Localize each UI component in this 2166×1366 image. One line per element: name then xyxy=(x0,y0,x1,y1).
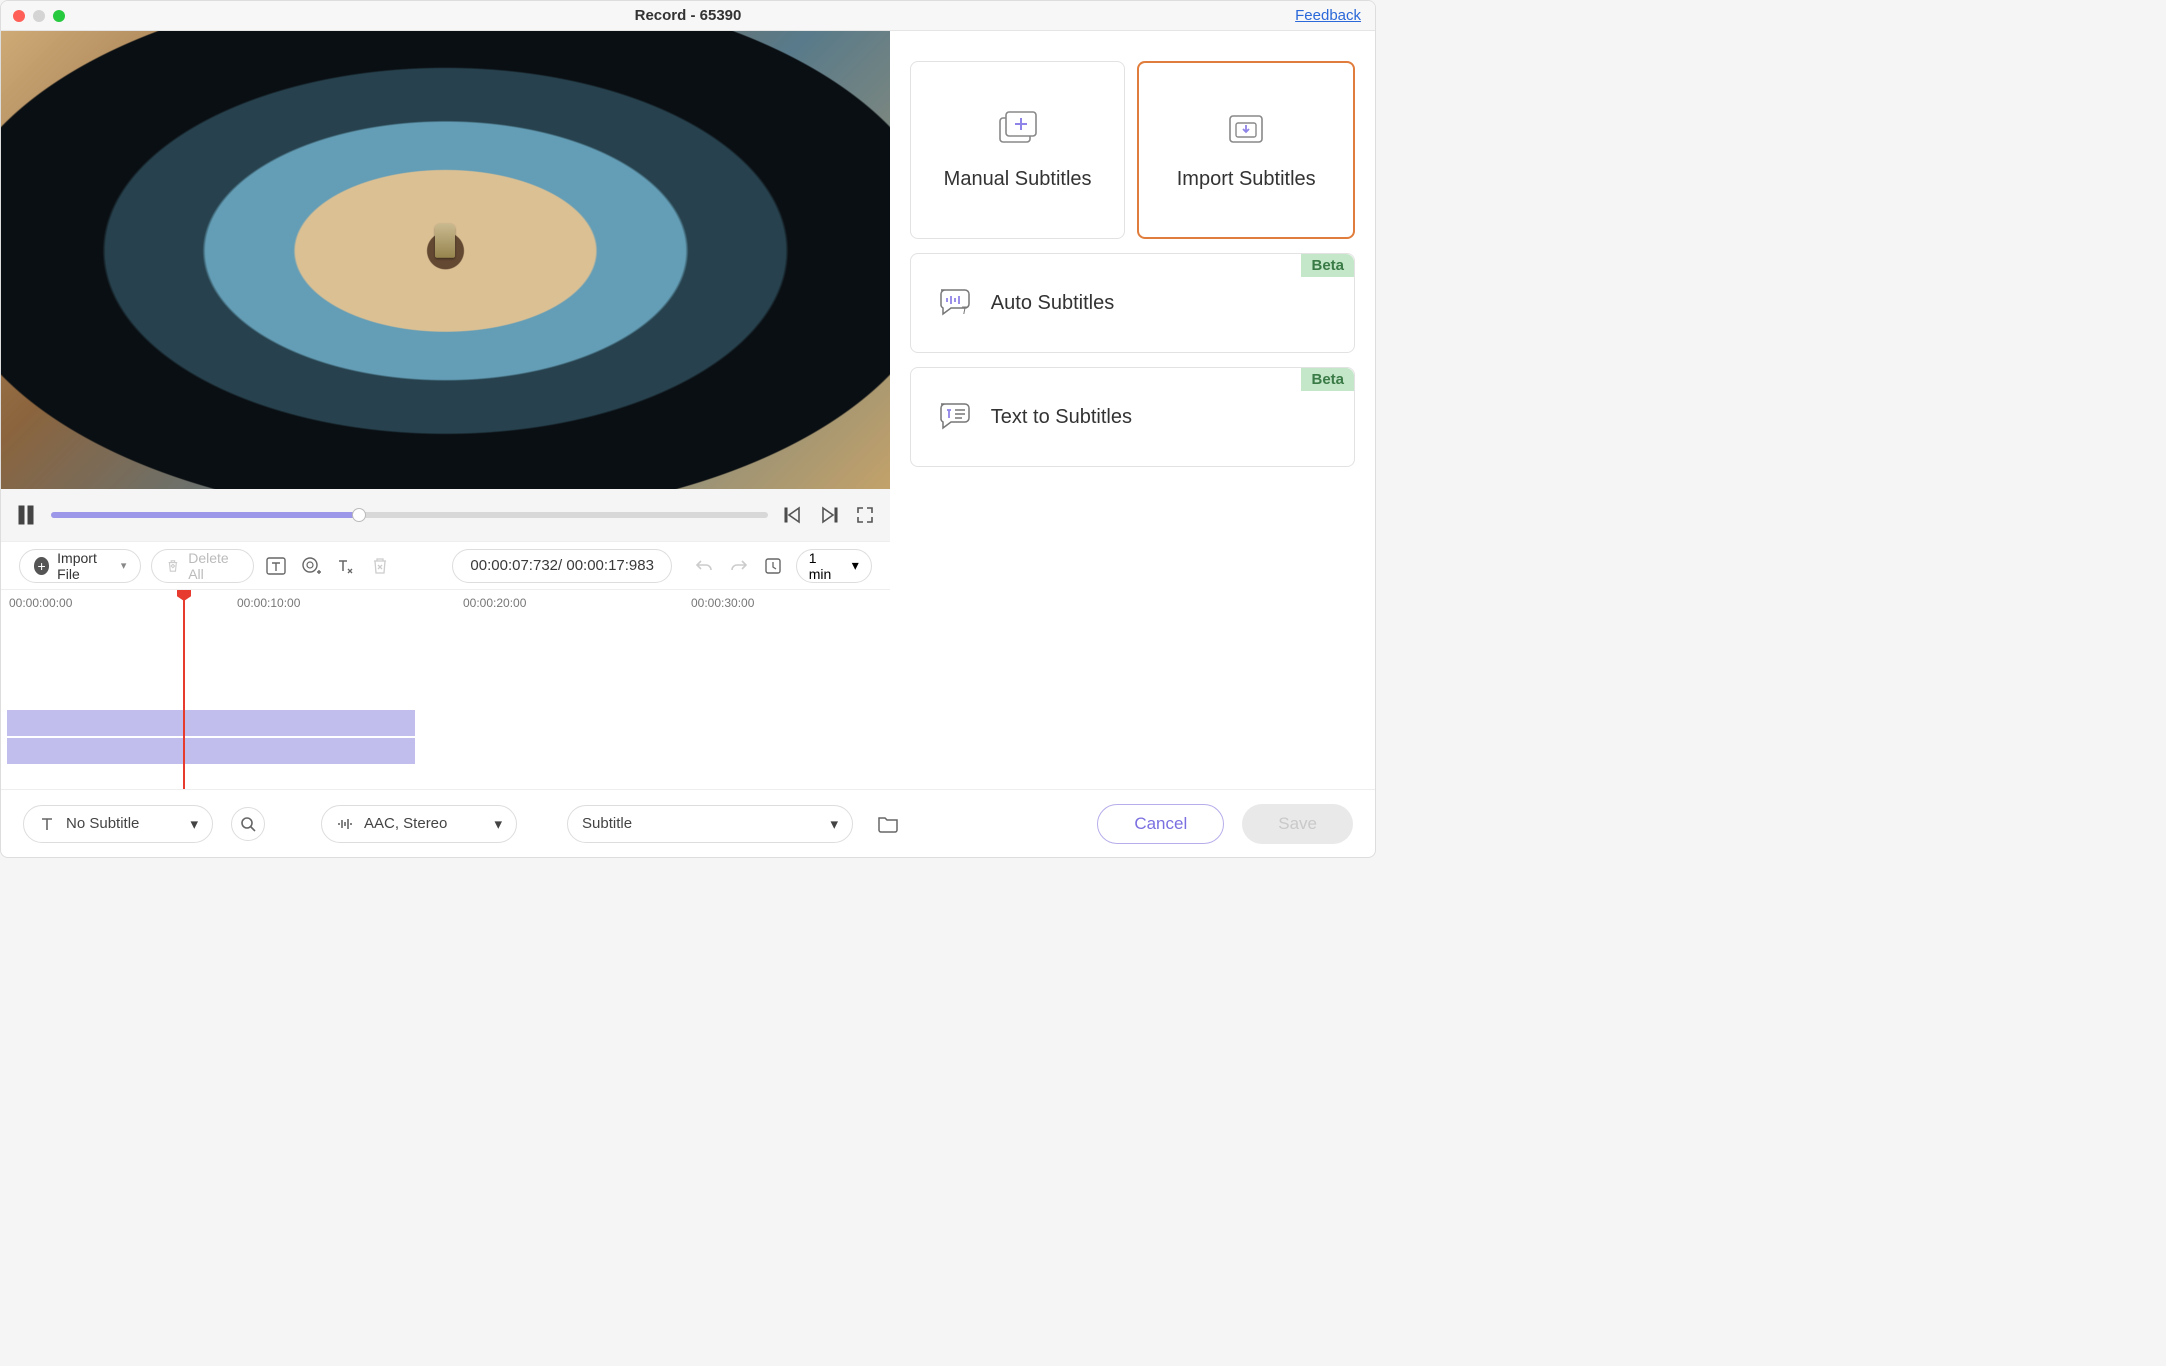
ruler-tick: 00:00:10:00 xyxy=(237,596,300,610)
traffic-lights xyxy=(1,10,65,22)
undo-button[interactable] xyxy=(692,552,717,580)
timeline-tracks xyxy=(7,710,415,766)
close-window-button[interactable] xyxy=(13,10,25,22)
text-icon xyxy=(38,815,56,833)
subtitle-track-label: No Subtitle xyxy=(66,815,139,832)
redo-icon xyxy=(729,556,749,576)
delete-selection-button[interactable] xyxy=(368,552,393,580)
add-stamp-button[interactable] xyxy=(299,552,324,580)
import-subtitles-icon xyxy=(1224,110,1268,150)
bottom-bar: No Subtitle ▾ AAC, Stereo ▾ Subtitle ▾ C… xyxy=(1,789,1375,857)
redo-button[interactable] xyxy=(727,552,752,580)
progress-fill xyxy=(51,512,359,518)
chevron-down-icon: ▾ xyxy=(852,557,859,574)
plus-circle-icon: + xyxy=(34,557,49,575)
delete-all-label: Delete All xyxy=(188,550,239,582)
video-preview[interactable] xyxy=(1,31,890,489)
import-file-label: Import File xyxy=(57,550,113,582)
subtitle-track-select[interactable]: No Subtitle ▾ xyxy=(23,805,213,843)
import-subtitles-card[interactable]: Import Subtitles xyxy=(1137,61,1355,239)
next-frame-button[interactable] xyxy=(818,504,840,526)
manual-subtitles-label: Manual Subtitles xyxy=(944,168,1092,191)
snap-icon xyxy=(763,556,783,576)
search-subtitles-button[interactable] xyxy=(231,807,265,841)
text-to-subtitles-label: Text to Subtitles xyxy=(991,406,1132,429)
video-frame-record xyxy=(1,31,890,489)
current-time: 00:00:07:732 xyxy=(470,557,558,574)
audio-track-clip[interactable] xyxy=(7,738,415,764)
search-icon xyxy=(239,815,257,833)
pause-button[interactable] xyxy=(15,504,37,526)
audio-track-select[interactable]: AAC, Stereo ▾ xyxy=(321,805,517,843)
titlebar: Record - 65390 Feedback xyxy=(1,1,1375,31)
feedback-link[interactable]: Feedback xyxy=(1295,7,1361,24)
cancel-button[interactable]: Cancel xyxy=(1097,804,1224,844)
chevron-down-icon: ▾ xyxy=(494,815,502,833)
save-button: Save xyxy=(1242,804,1353,844)
styled-text-button[interactable] xyxy=(333,552,358,580)
subtitle-method-row: Manual Subtitles Import Subtitles xyxy=(910,61,1355,239)
zoom-select[interactable]: 1 min ▾ xyxy=(796,549,872,583)
beta-badge: Beta xyxy=(1301,254,1354,277)
delete-all-button[interactable]: Delete All xyxy=(151,549,254,583)
audio-track-label: AAC, Stereo xyxy=(364,815,447,832)
prev-frame-button[interactable] xyxy=(782,504,804,526)
video-track-clip[interactable] xyxy=(7,710,415,736)
chevron-down-icon: ▾ xyxy=(830,815,838,833)
subtitle-sidebar: Manual Subtitles Import Subtitles Beta T… xyxy=(890,31,1375,789)
auto-subtitles-label: Auto Subtitles xyxy=(991,292,1114,315)
minimize-window-button[interactable] xyxy=(33,10,45,22)
auto-subtitles-icon: T xyxy=(935,284,975,322)
fullscreen-button[interactable] xyxy=(854,504,876,526)
left-column: + Import File ▾ Delete All xyxy=(1,31,890,789)
skip-prev-icon xyxy=(783,505,803,525)
pause-icon xyxy=(17,505,35,525)
timeline-ruler[interactable]: 00:00:00:00 00:00:10:00 00:00:20:00 00:0… xyxy=(1,590,890,624)
maximize-window-button[interactable] xyxy=(53,10,65,22)
waveform-icon xyxy=(336,815,354,833)
add-text-button[interactable] xyxy=(264,552,289,580)
chevron-down-icon: ▾ xyxy=(190,815,198,833)
playhead[interactable] xyxy=(183,590,185,789)
zoom-label: 1 min xyxy=(809,550,836,582)
chevron-down-icon: ▾ xyxy=(121,559,127,572)
trash-x-icon xyxy=(370,556,390,576)
playback-progress[interactable] xyxy=(51,512,768,518)
manual-subtitles-card[interactable]: Manual Subtitles xyxy=(910,61,1126,239)
folder-icon xyxy=(877,814,899,834)
import-subtitles-label: Import Subtitles xyxy=(1177,168,1316,191)
snap-button[interactable] xyxy=(761,552,786,580)
playback-bar xyxy=(1,489,890,541)
skip-next-icon xyxy=(819,505,839,525)
text-to-subtitles-card[interactable]: Beta Text to Subtitles xyxy=(910,367,1355,467)
undo-icon xyxy=(694,556,714,576)
app-window: Record - 65390 Feedback xyxy=(0,0,1376,858)
text-box-icon xyxy=(265,555,287,577)
track-type-label: Subtitle xyxy=(582,815,632,832)
video-frame-spindle xyxy=(435,224,455,258)
stamp-plus-icon xyxy=(300,555,322,577)
progress-thumb[interactable] xyxy=(352,508,366,522)
beta-badge: Beta xyxy=(1301,368,1354,391)
ruler-tick: 00:00:00:00 xyxy=(9,596,72,610)
text-style-icon xyxy=(334,555,356,577)
ruler-tick: 00:00:30:00 xyxy=(691,596,754,610)
open-folder-button[interactable] xyxy=(871,807,905,841)
editor-toolbar: + Import File ▾ Delete All xyxy=(1,541,890,589)
fullscreen-icon xyxy=(855,505,875,525)
manual-subtitles-icon xyxy=(996,110,1040,150)
total-time: 00:00:17:983 xyxy=(566,557,654,574)
track-type-select[interactable]: Subtitle ▾ xyxy=(567,805,853,843)
ruler-tick: 00:00:20:00 xyxy=(463,596,526,610)
window-title: Record - 65390 xyxy=(1,7,1375,24)
import-file-button[interactable]: + Import File ▾ xyxy=(19,549,141,583)
main-area: + Import File ▾ Delete All xyxy=(1,31,1375,789)
auto-subtitles-card[interactable]: Beta T Auto Subtitles xyxy=(910,253,1355,353)
timeline[interactable]: 00:00:00:00 00:00:10:00 00:00:20:00 00:0… xyxy=(1,589,890,789)
timecode-display: 00:00:07:732/ 00:00:17:983 xyxy=(452,549,672,583)
text-to-subtitles-icon xyxy=(935,398,975,436)
trash-icon xyxy=(166,558,180,574)
